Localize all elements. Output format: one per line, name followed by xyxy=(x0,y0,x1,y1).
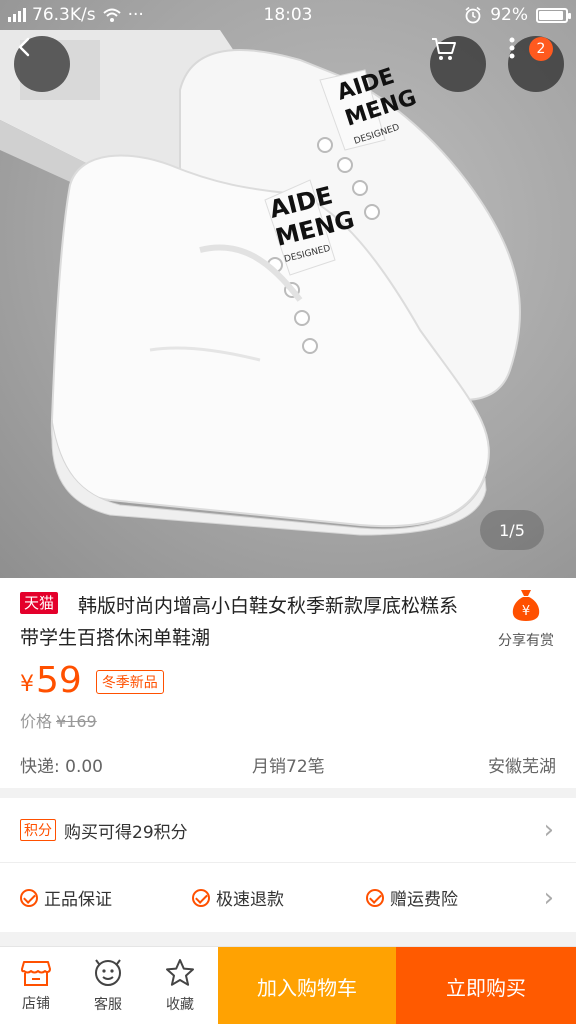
points-text: 购买可得29积分 xyxy=(64,822,188,843)
monthly-sales: 月销72笔 xyxy=(252,757,325,777)
store-icon xyxy=(21,960,51,986)
guarantee-label: 正品保证 xyxy=(44,890,112,910)
price-row: ¥ 59 冬季新品 xyxy=(20,662,164,700)
status-bar: 76.3K/s ··· 18:03 92% xyxy=(0,0,576,30)
back-button[interactable] xyxy=(14,36,70,92)
cart-button[interactable] xyxy=(430,36,486,92)
chevron-right-icon: › xyxy=(543,815,554,845)
guarantee-authentic: 正品保证 xyxy=(20,885,112,910)
money-bag-icon: ¥ xyxy=(512,590,540,621)
status-more-dots: ··· xyxy=(127,5,144,25)
store-label: 店铺 xyxy=(22,995,50,1012)
guarantee-row[interactable]: 正品保证 极速退款 赠运费险 › xyxy=(0,862,576,932)
service-label: 客服 xyxy=(94,996,122,1013)
product-photo: AIDE MENG DESIGNED AIDE MENG DESIGNED xyxy=(0,30,521,536)
store-button[interactable]: 店铺 xyxy=(0,947,72,1024)
bottom-action-bar: 店铺 客服 收藏 加入购物车 立即购买 xyxy=(0,946,576,1024)
original-price-row: 价格 ¥169 xyxy=(20,708,97,732)
product-info: 天猫 韩版时尚内增高小白鞋女秋季新款厚底松糕系带学生百搭休闲单鞋潮 ¥ 分享有赏… xyxy=(0,578,576,788)
battery-percent: 92% xyxy=(490,5,528,25)
alarm-icon xyxy=(465,6,481,24)
chevron-right-icon: › xyxy=(543,882,554,913)
share-label: 分享有赏 xyxy=(498,633,554,649)
current-price: 59 xyxy=(36,660,82,701)
add-to-cart-button[interactable]: 加入购物车 xyxy=(218,947,396,1024)
check-circle-icon xyxy=(366,888,384,907)
original-price-label: 价格 xyxy=(20,712,53,731)
notification-badge: 2 xyxy=(529,37,553,61)
guarantee-label: 极速退款 xyxy=(216,890,284,910)
meta-row: 快递: 0.00 月销72笔 安徽芜湖 xyxy=(0,752,576,777)
product-title: 韩版时尚内增高小白鞋女秋季新款厚底松糕系带学生百搭休闲单鞋潮 xyxy=(20,595,459,649)
shipping-fee: 快递: 0.00 xyxy=(20,757,103,777)
guarantee-label: 赠运费险 xyxy=(390,890,458,910)
battery-fill xyxy=(539,10,563,20)
star-icon xyxy=(166,958,194,986)
favorite-label: 收藏 xyxy=(166,996,194,1013)
cart-icon xyxy=(432,38,456,60)
wifi-icon xyxy=(102,8,121,22)
customer-service-button[interactable]: 客服 xyxy=(72,947,144,1024)
more-vertical-icon xyxy=(509,37,515,59)
chevron-left-icon xyxy=(18,37,30,57)
chat-face-icon xyxy=(95,958,121,986)
check-circle-icon xyxy=(20,888,38,907)
points-tag: 积分 xyxy=(20,819,56,841)
buy-now-button[interactable]: 立即购买 xyxy=(396,947,576,1024)
battery-icon xyxy=(536,7,571,23)
guarantee-shipping-insurance: 赠运费险 xyxy=(366,885,458,910)
product-image-carousel[interactable]: AIDE MENG DESIGNED AIDE MENG DESIGNED 2 xyxy=(0,0,576,578)
svg-text:¥: ¥ xyxy=(522,604,530,619)
currency-symbol: ¥ xyxy=(20,672,34,697)
points-row[interactable]: 积分 购买可得29积分 › xyxy=(0,788,576,862)
season-tag: 冬季新品 xyxy=(95,670,164,694)
guarantee-fast-refund: 极速退款 xyxy=(192,885,284,910)
network-speed: 76.3K/s xyxy=(32,5,96,25)
ship-from-location: 安徽芜湖 xyxy=(488,757,556,777)
check-circle-icon xyxy=(192,888,210,907)
favorite-button[interactable]: 收藏 xyxy=(144,947,216,1024)
share-button[interactable]: ¥ 分享有赏 xyxy=(488,588,564,650)
image-page-indicator: 1/5 xyxy=(480,510,544,550)
original-price: ¥169 xyxy=(56,712,97,731)
signal-icon xyxy=(8,8,26,22)
